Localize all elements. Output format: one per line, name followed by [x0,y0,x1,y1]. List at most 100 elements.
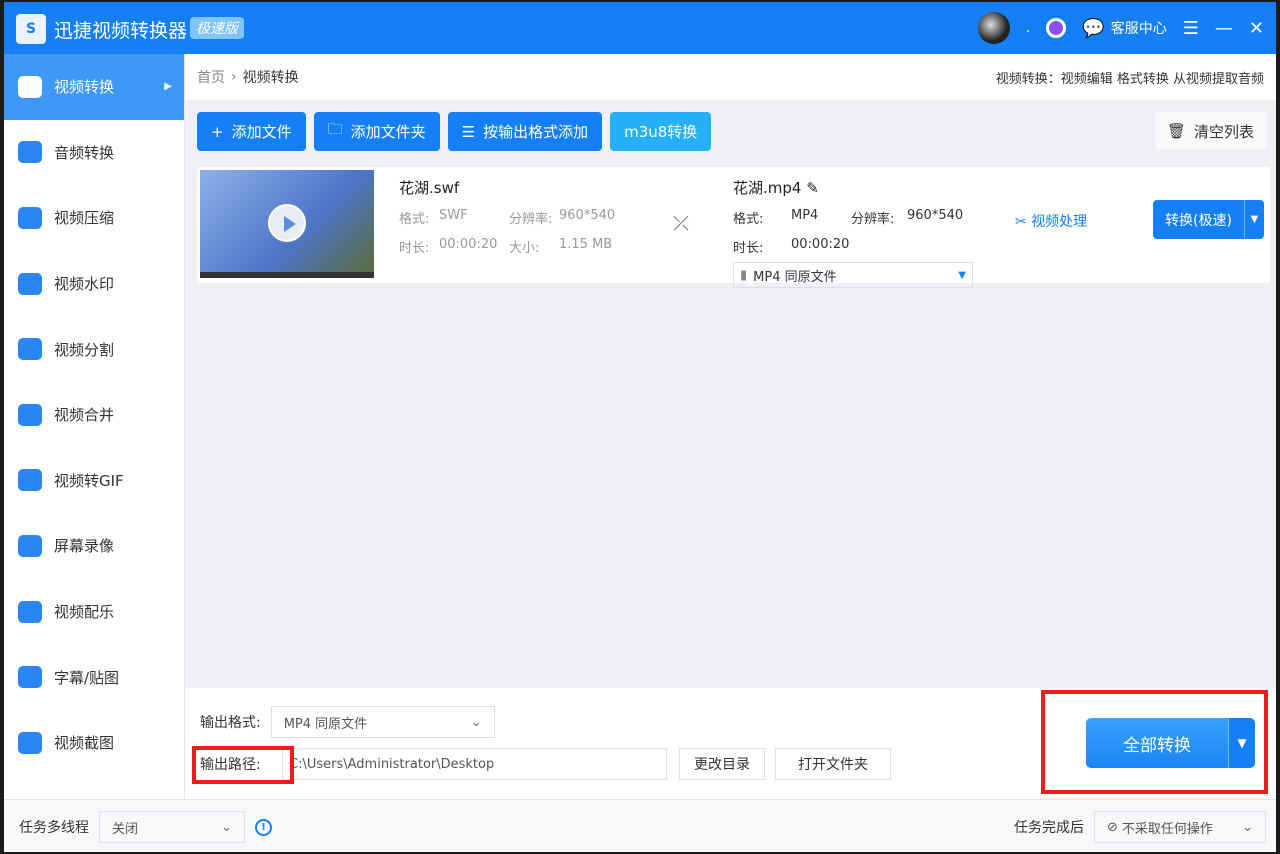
target-resolution: 960*540 [907,208,964,223]
breadcrumb-home[interactable]: 首页 [197,67,225,87]
target-filename-row: 花湖.mp4 ✎ [733,177,987,198]
breadcrumb: 首页 › 视频转换 视频转换：视频编辑 格式转换 从视频提取音频 [185,54,1276,100]
target-duration: 00:00:20 [791,237,850,252]
add-file-button[interactable]: + 添加文件 [197,112,306,151]
music-icon [18,600,42,623]
plus-icon: + [211,122,224,141]
sidebar-item-split[interactable]: 视频分割 [4,316,184,382]
watermark-icon [18,272,42,295]
size-label: 大小: [509,241,540,256]
play-icon[interactable] [268,204,306,242]
convert-dropdown-icon[interactable]: ▼ [1244,200,1264,239]
app-logo: S [16,14,46,44]
footer: 任务多线程 关闭 ⌄ ! 任务完成后 ⊘ 不采取任何操作 ⌄ [4,799,1276,852]
sidebar-item-label: 视频压缩 [54,209,115,228]
duration-label: 时长: [399,241,430,256]
output-settings: 输出格式: MP4 同原文件 ⌄ 输出路径: C:\Users\Administr… [185,688,1276,799]
sidebar-item-screen-record[interactable]: 屏幕录像 [4,513,184,579]
vip-icon[interactable] [1046,18,1067,38]
chevron-down-icon: ⌄ [221,819,232,835]
sidebar-item-label: 字幕/贴图 [54,668,120,687]
folder-icon: 🗀 [327,120,343,138]
split-icon [18,338,42,361]
sidebar-item-label: 视频转GIF [54,471,124,490]
breadcrumb-current: 视频转换 [242,70,299,86]
sidebar-item-label: 音频转换 [54,143,115,162]
dropdown-arrow-icon: ▼ [958,269,966,281]
sidebar-item-label: 视频截图 [54,734,115,753]
close-icon[interactable]: ✕ [1249,18,1264,39]
source-size: 1.15 MB [559,237,613,252]
source-resolution: 960*540 [559,208,616,223]
sidebar-item-screenshot[interactable]: 视频截图 [4,710,184,776]
format-label: 格式: [399,212,430,227]
app-window: S 迅捷视频转换器 极速版 . 💬 客服中心 ☰ — ✕ 视频转换 ▶ 音频转换 … [4,2,1276,852]
convert-button[interactable]: 转换(极速) [1153,200,1244,239]
info-icon[interactable]: ! [255,818,272,836]
add-folder-button[interactable]: 🗀 添加文件夹 [313,112,440,151]
output-path-input[interactable]: C:\Users\Administrator\Desktop [282,748,667,780]
chevron-down-icon: ⌄ [1242,819,1253,835]
sidebar-item-music[interactable]: 视频配乐 [4,579,184,645]
app-title: 迅捷视频转换器 [54,20,188,42]
sidebar-item-label: 屏幕录像 [54,537,115,556]
menu-icon[interactable]: ☰ [1183,18,1199,39]
sidebar-item-gif[interactable]: 视频转GIF [4,448,184,514]
sidebar-item-label: 视频水印 [54,275,115,294]
video-convert-icon [18,75,42,98]
list-icon: ☰ [461,122,476,141]
source-duration: 00:00:20 [439,237,498,252]
change-directory-button[interactable]: 更改目录 [679,748,765,780]
add-by-format-button[interactable]: ☰ 按输出格式添加 [447,112,603,151]
video-icon: ▮ [740,267,748,283]
minimize-icon[interactable]: — [1215,18,1233,39]
trash-icon: 🗑 [1166,122,1186,140]
customer-service-link[interactable]: 客服中心 [1111,18,1167,38]
button-label: 添加文件夹 [350,123,426,141]
title-bar: S 迅捷视频转换器 极速版 . 💬 客服中心 ☰ — ✕ [4,2,1276,54]
button-label: 添加文件 [231,123,292,141]
audio-icon [18,141,42,164]
chat-icon[interactable]: 💬 [1082,18,1104,39]
convert-all-group: 全部转换 ▼ [1086,718,1255,768]
m3u8-convert-button[interactable]: m3u8转换 [610,112,712,151]
video-thumbnail[interactable] [200,170,374,278]
open-folder-button[interactable]: 打开文件夹 [775,748,891,780]
sidebar-item-audio-convert[interactable]: 音频转换 [4,120,184,186]
sidebar-item-merge[interactable]: 视频合并 [4,382,184,448]
output-format-label: 输出格式: [200,715,261,731]
compress-icon [18,206,42,229]
sidebar-item-video-compress[interactable]: 视频压缩 [4,185,184,251]
edition-badge: 极速版 [190,17,244,39]
sidebar-item-subtitle[interactable]: 字幕/贴图 [4,644,184,710]
breadcrumb-separator: › [231,69,237,85]
link-label: 视频处理 [1031,214,1088,230]
select-value: 关闭 [112,821,139,837]
sidebar-item-watermark[interactable]: 视频水印 [4,251,184,317]
video-process-link[interactable]: ✂ 视频处理 [1015,211,1087,231]
target-filename: 花湖.mp4 [733,179,802,197]
edit-icon[interactable]: ✎ [806,179,819,197]
sidebar-item-video-convert[interactable]: 视频转换 ▶ [4,54,184,120]
format-preset: MP4 同原文件 [753,269,837,285]
screenshot-icon [18,731,42,754]
select-value: 不采取任何操作 [1121,821,1213,837]
record-icon [18,534,42,557]
output-format-select[interactable]: MP4 同原文件 ⌄ [270,706,495,738]
select-value: MP4 同原文件 [283,716,368,732]
convert-all-dropdown-icon[interactable]: ▼ [1228,718,1255,768]
after-task-label: 任务完成后 [1014,820,1084,836]
convert-all-button[interactable]: 全部转换 [1086,718,1228,768]
button-label: m3u8转换 [624,123,698,141]
star-icon [18,666,42,689]
sidebar-item-label: 视频配乐 [54,603,115,622]
after-task-select[interactable]: ⊘ 不采取任何操作 ⌄ [1094,811,1266,843]
multithread-select[interactable]: 关闭 ⌄ [99,811,245,843]
scissors-icon: ✂ [1015,214,1027,230]
source-filename: 花湖.swf [399,179,460,197]
target-format-select[interactable]: ▮ MP4 同原文件 ▼ [733,262,973,288]
chevron-right-icon: ▶ [164,81,172,93]
clear-list-button[interactable]: 🗑 清空列表 [1154,112,1266,150]
user-avatar[interactable] [977,12,1010,44]
source-format: SWF [439,208,468,223]
